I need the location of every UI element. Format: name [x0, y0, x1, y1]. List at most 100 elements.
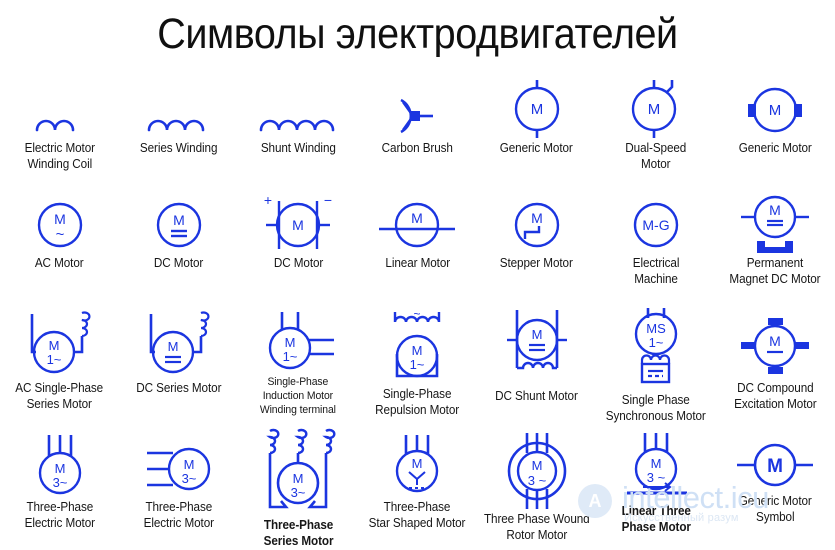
symbol-label: AC Motor	[35, 256, 84, 270]
symbol-cell-single-phase-repulsion-motor[interactable]: ~ M 1~ Single-Phase Repulsion Motor	[358, 306, 477, 431]
coil-2-icon	[0, 76, 119, 138]
symbol-label: Linear Motor	[385, 256, 450, 270]
motor-inner-label: M-G	[642, 217, 669, 233]
motor-shunt-dc-icon: M	[477, 306, 596, 386]
coil-3-icon	[119, 76, 238, 138]
motor-wound-rotor-icon: M 3 ~	[477, 431, 596, 509]
motor-3ph-side-icon: M 3~	[119, 431, 238, 497]
motor-stepper-icon: M	[477, 191, 596, 253]
symbol-label: Single-Phase Induction Motor Winding termi…	[260, 376, 337, 416]
symbol-label: AC Single-Phase Series Motor	[15, 381, 104, 411]
symbol-cell-series-winding[interactable]: Series Winding	[119, 76, 238, 191]
symbol-cell-dc-motor[interactable]: M DC Motor	[119, 191, 238, 306]
motor-inner-label: M	[530, 101, 543, 118]
motor-induction-1ph-icon: M 1~	[239, 306, 358, 372]
motor-compound-icon: M	[716, 306, 835, 378]
motor-inner-symbol: 3 ~	[647, 470, 666, 485]
motor-ac-icon: M ~	[0, 191, 119, 253]
symbol-label: Dual-Speed Motor	[625, 141, 687, 171]
symbol-cell-carbon-brush[interactable]: Carbon Brush	[358, 76, 477, 191]
motor-inner-label: M	[412, 456, 423, 471]
motor-m-vertical-leads-icon: M	[477, 76, 596, 138]
symbol-cell-stepper-motor[interactable]: M Stepper Motor	[477, 191, 596, 306]
symbol-label: Three-Phase Series Motor	[263, 518, 334, 548]
symbol-row: Electric Motor Winding Coil Series Windin…	[0, 76, 835, 191]
symbol-label: DC Motor	[273, 256, 323, 270]
motor-inner-label: M	[54, 461, 65, 476]
motor-inner-label: M	[531, 210, 543, 226]
symbol-label: Generic Motor	[500, 141, 574, 155]
motor-inner-label: M	[531, 327, 542, 342]
symbol-label: Electrical Machine	[632, 256, 680, 286]
symbol-cell-linear-three-phase-motor[interactable]: M 3 ~ Linear Three Phase Motor	[596, 431, 715, 546]
motor-inner-label: M	[769, 333, 781, 349]
symbol-label: DC Compound Excitation Motor	[733, 381, 817, 411]
symbol-cell-ac-single-phase-series-motor[interactable]: M 1~ AC Single-Phase Series Motor	[0, 306, 119, 431]
symbol-cell-single-phase-synchronous-motor[interactable]: MS 1~ Single Phase Synchronous Motor	[596, 306, 715, 431]
motor-generic-bold-icon: M	[716, 431, 835, 491]
symbol-cell-electric-motor-winding-coil[interactable]: Electric Motor Winding Coil	[0, 76, 119, 191]
symbol-cell-three-phase-electric-motor-side-leads[interactable]: M 3~ Three-Phase Electric Motor	[119, 431, 238, 546]
motor-inner-symbol: 3~	[291, 485, 306, 500]
motor-side-terminals-icon: M	[716, 76, 835, 138]
symbol-label: Permanent Magnet DC Motor	[729, 256, 821, 286]
symbol-label: Carbon Brush	[381, 141, 454, 155]
symbol-cell-three-phase-star-shaped-motor[interactable]: M Three-Phase Star Shaped Motor	[358, 431, 477, 546]
motor-inner-label: M	[651, 456, 662, 471]
motor-inner-label: M	[54, 211, 66, 227]
motor-inner-label: M	[167, 339, 178, 354]
motor-inner-symbol: 1~	[46, 352, 61, 367]
motor-inner-symbol: 1~	[649, 335, 664, 350]
symbol-label: Single-Phase Repulsion Motor	[375, 387, 460, 417]
symbol-cell-generic-motor-symbol[interactable]: M Generic Motor Symbol	[716, 431, 835, 546]
symbol-label: DC Series Motor	[136, 381, 222, 395]
symbol-label: Three-Phase Electric Motor	[24, 500, 95, 530]
symbol-cell-three-phase-series-motor[interactable]: M 3~ Three-Phase Series Motor	[239, 428, 358, 548]
symbol-label: Single Phase Synchronous Motor	[605, 393, 706, 423]
symbol-cell-dc-compound-excitation-motor[interactable]: M DC Compound Excitation Motor	[716, 306, 835, 431]
motor-repulsion-icon: ~ M 1~	[358, 306, 477, 384]
motor-inner-label: M	[183, 457, 194, 472]
motor-inner-label: M	[173, 212, 185, 228]
symbol-row: M ~ AC Motor M DC Motor + − M DC Motor M…	[0, 191, 835, 306]
motor-permanent-magnet-icon: M	[716, 191, 835, 253]
motor-inner-label: M	[769, 202, 781, 218]
symbol-cell-three-phase-electric-motor-top-leads[interactable]: M 3~ Three-Phase Electric Motor	[0, 431, 119, 546]
symbol-cell-dc-motor-brushes[interactable]: + − M DC Motor	[239, 191, 358, 306]
motor-series-ac-icon: M 1~	[0, 306, 119, 378]
symbol-grid: Electric Motor Winding Coil Series Windin…	[0, 76, 835, 548]
symbol-cell-permanent-magnet-dc-motor[interactable]: M Permanent Magnet DC Motor	[716, 191, 835, 306]
motor-dc-brushes-icon: + − M	[239, 191, 358, 253]
motor-inner-label: M	[412, 343, 423, 358]
motor-inner-symbol: 3~	[52, 475, 67, 490]
symbol-label: Three-Phase Electric Motor	[143, 500, 215, 530]
symbol-cell-generic-motor-terminals[interactable]: M Generic Motor	[716, 76, 835, 191]
motor-inner-symbol: 3 ~	[527, 473, 546, 488]
motor-inner-label: MS	[646, 321, 666, 336]
motor-inner-label: M	[648, 101, 661, 118]
motor-inner-label: M	[412, 210, 424, 226]
symbol-cell-three-phase-wound-rotor-motor[interactable]: M 3 ~ Three Phase Wound Rotor Motor	[477, 431, 596, 546]
symbol-label: Shunt Winding	[260, 141, 336, 155]
motor-3ph-star-icon: M	[358, 431, 477, 497]
symbol-cell-linear-motor[interactable]: M Linear Motor	[358, 191, 477, 306]
motor-inner-label: M	[767, 456, 783, 477]
motor-inner-symbol: ~	[55, 226, 64, 243]
symbol-label: Generic Motor Symbol	[738, 494, 812, 524]
symbol-cell-dc-shunt-motor[interactable]: M DC Shunt Motor	[477, 306, 596, 431]
motor-inner-label: M	[531, 458, 542, 473]
carbon-brush-icon	[358, 76, 477, 138]
symbol-cell-electrical-machine[interactable]: M-G Electrical Machine	[596, 191, 715, 306]
symbol-cell-dc-series-motor[interactable]: M DC Series Motor	[119, 306, 238, 431]
motor-inner-label: M	[292, 217, 304, 233]
symbol-cell-shunt-winding[interactable]: Shunt Winding	[239, 76, 358, 191]
motor-inner-label: M	[48, 338, 59, 353]
symbol-cell-dual-speed-motor[interactable]: M Dual-Speed Motor	[596, 76, 715, 191]
symbol-cell-single-phase-induction-motor[interactable]: M 1~ Single-Phase Induction Motor Winding …	[239, 306, 358, 431]
symbol-row: M 3~ Three-Phase Electric Motor M 3~ Thre…	[0, 428, 835, 548]
symbol-cell-ac-motor[interactable]: M ~ AC Motor	[0, 191, 119, 306]
symbol-cell-generic-motor[interactable]: M Generic Motor	[477, 76, 596, 191]
symbol-label: Three-Phase Star Shaped Motor	[369, 500, 466, 530]
motor-inner-label: M	[769, 102, 782, 119]
symbol-label: Generic Motor	[738, 141, 812, 155]
